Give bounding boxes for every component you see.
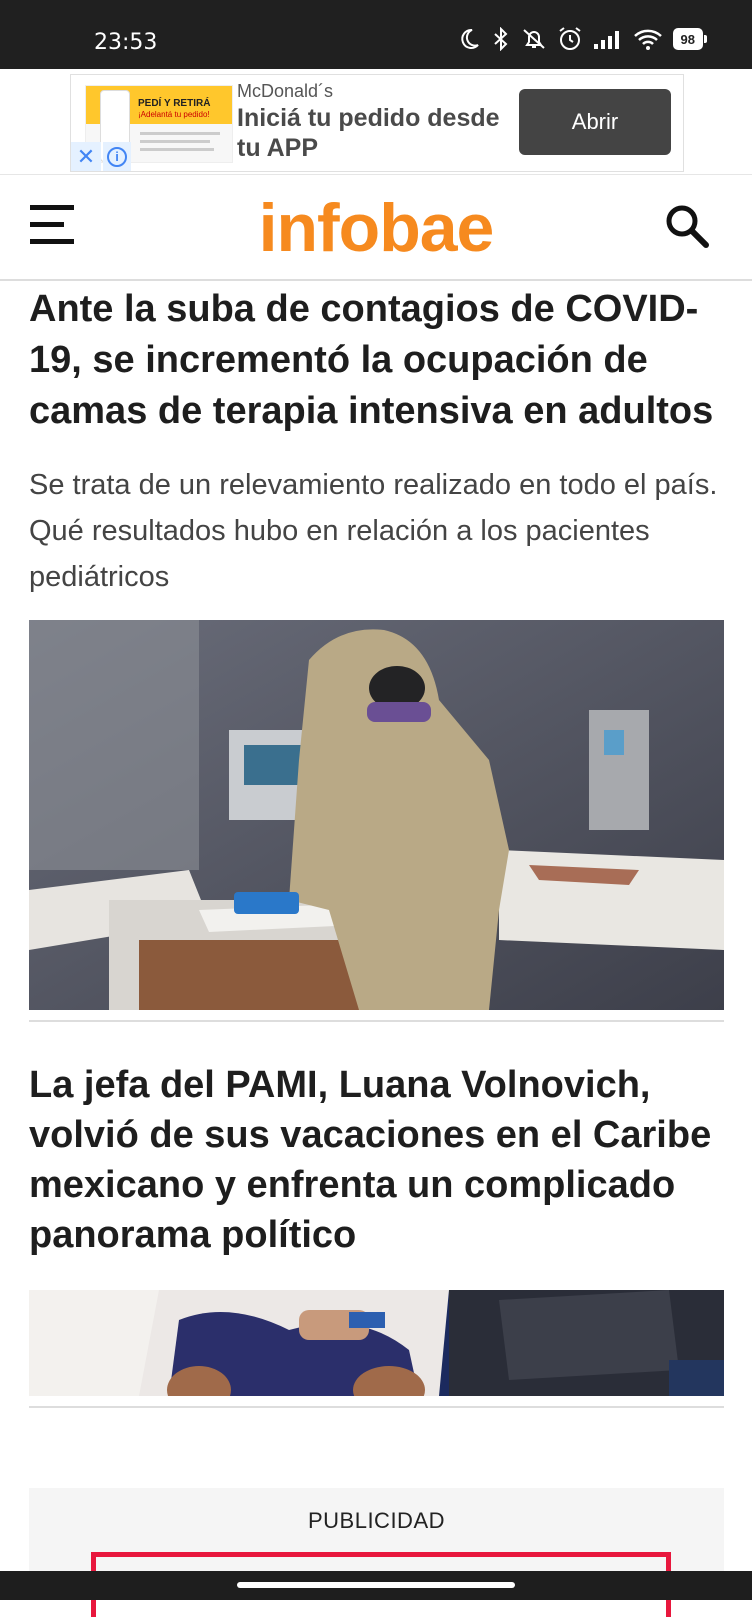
bell-muted-icon xyxy=(522,29,545,49)
bluetooth-icon xyxy=(493,27,507,51)
advertising-label: PUBLICIDAD xyxy=(307,1508,446,1533)
article-1-headline[interactable]: Ante la suba de contagios de COVID-19, s… xyxy=(29,284,719,437)
alarm-icon xyxy=(558,27,581,50)
ad-thumb-subtitle: ¡Adelantá tu pedido! xyxy=(138,110,210,119)
article-1-summary[interactable]: Se trata de un relevamiento realizado en… xyxy=(29,462,719,600)
divider xyxy=(29,1020,724,1022)
article-2-photo[interactable] xyxy=(29,1290,724,1396)
site-logo[interactable]: infobae xyxy=(0,189,752,267)
ad-title[interactable]: Iniciá tu pedido desde tu APP xyxy=(237,103,517,163)
ad-thumb-headline: PEDÍ Y RETIRÁ xyxy=(138,98,211,109)
ad-open-button[interactable]: Abrir xyxy=(519,89,671,155)
home-gesture-handle[interactable] xyxy=(237,1582,515,1588)
divider xyxy=(29,1406,724,1408)
ad-close-icon[interactable]: ✕ xyxy=(71,142,101,171)
site-header: infobae xyxy=(0,174,752,281)
navigation-bar xyxy=(0,1571,752,1600)
moon-icon xyxy=(460,28,479,49)
ad-advertiser: McDonald´s xyxy=(237,81,334,101)
ad-banner[interactable]: PEDÍ Y RETIRÁ ¡Adelantá tu pedido! ✕ i M… xyxy=(70,74,684,172)
battery-level: 98 xyxy=(672,28,703,50)
battery-icon: 98 xyxy=(672,28,707,50)
article-1-photo[interactable] xyxy=(29,620,724,1010)
article-2-headline[interactable]: La jefa del PAMI, Luana Volnovich, volvi… xyxy=(29,1060,724,1260)
wifi-icon xyxy=(633,29,662,50)
signal-icon xyxy=(593,31,619,49)
ad-info-icon[interactable]: i xyxy=(103,142,131,171)
status-bar: 23:53 98 xyxy=(0,0,752,69)
search-icon[interactable] xyxy=(664,203,710,249)
clock: 23:53 xyxy=(94,30,158,55)
